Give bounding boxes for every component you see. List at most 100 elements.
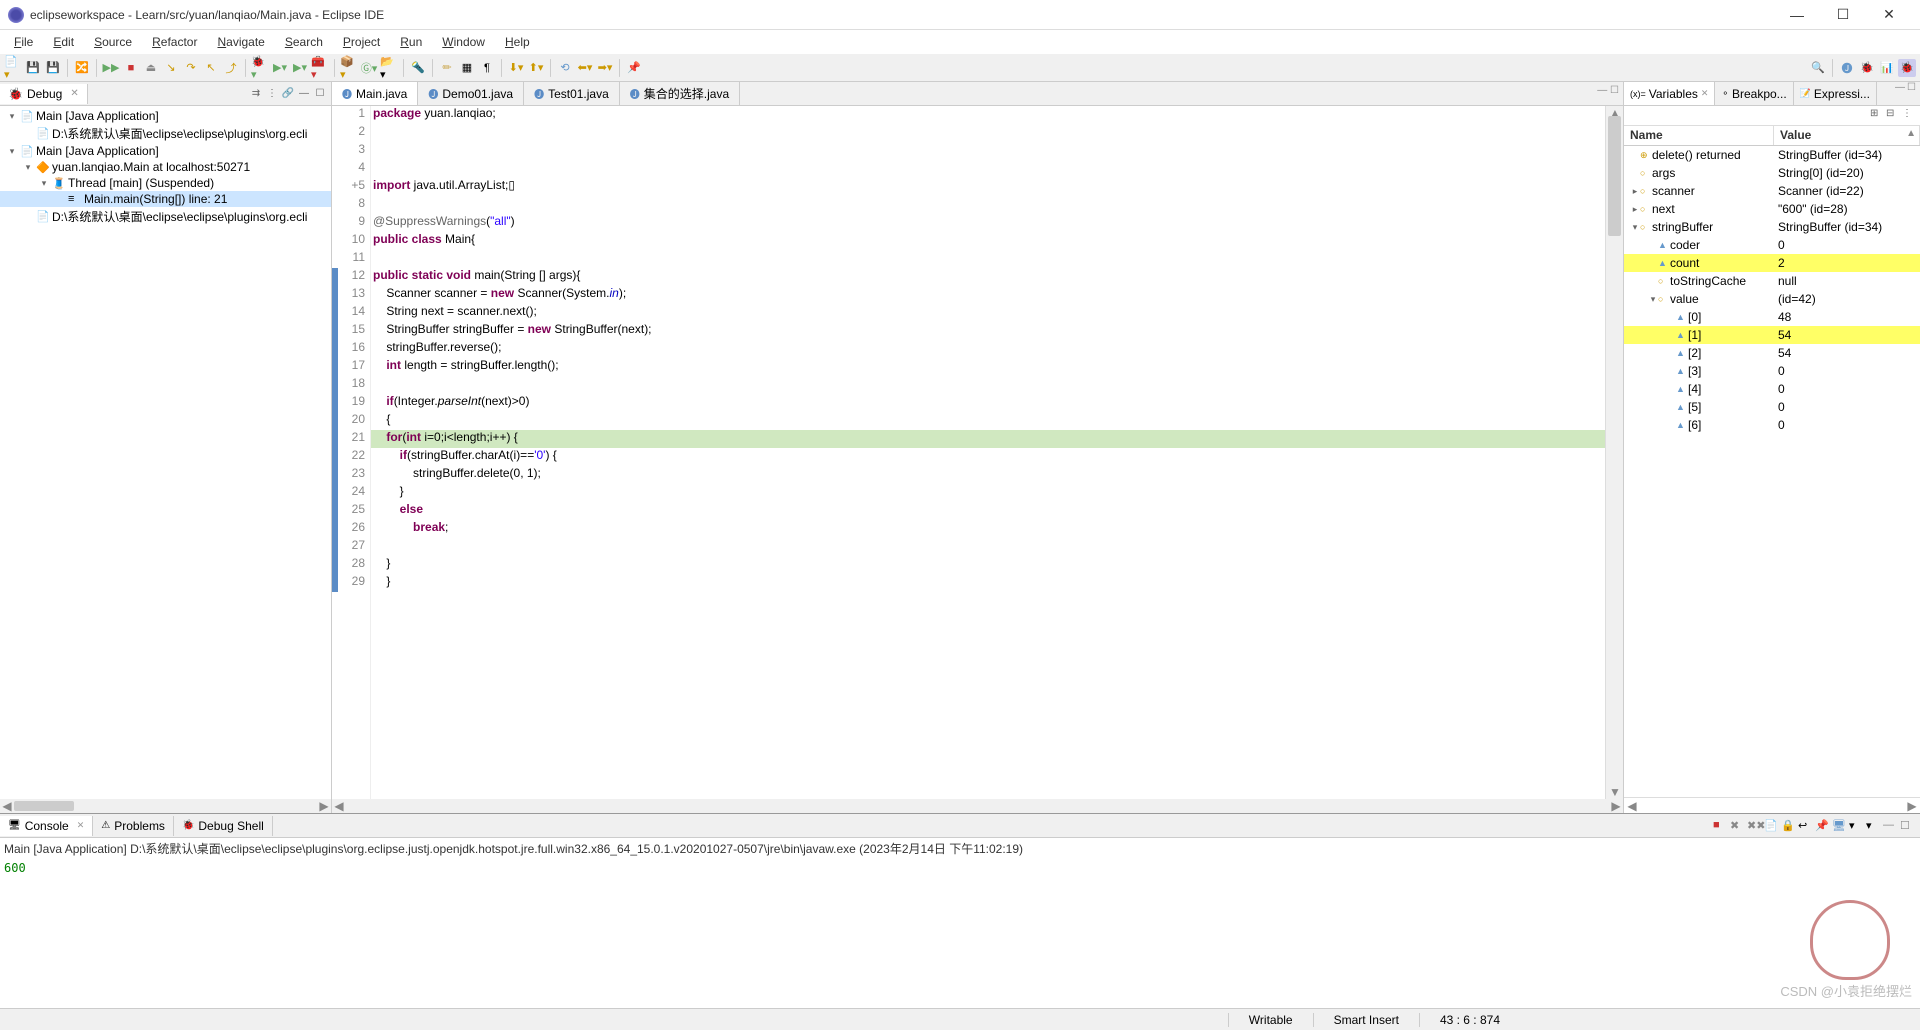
- disconnect-button[interactable]: ⏏: [142, 59, 160, 77]
- editor-hscroll[interactable]: ◀ ▶: [332, 799, 1623, 813]
- step-into-button[interactable]: ↘: [162, 59, 180, 77]
- perspective-java-button[interactable]: 🅙: [1838, 59, 1856, 77]
- quick-access-button[interactable]: 🔍: [1809, 59, 1827, 77]
- variable-row[interactable]: ▲[5]0: [1624, 398, 1920, 416]
- tree-row[interactable]: ▾🧵Thread [main] (Suspended): [0, 175, 331, 191]
- prev-ann-button[interactable]: ⬆▾: [527, 59, 545, 77]
- variable-row[interactable]: ○toStringCachenull: [1624, 272, 1920, 290]
- save-all-button[interactable]: 💾: [44, 59, 62, 77]
- variable-row[interactable]: ○argsString[0] (id=20): [1624, 164, 1920, 182]
- scroll-lock-icon[interactable]: 🔒: [1781, 819, 1795, 832]
- variable-row[interactable]: ▲[2]54: [1624, 344, 1920, 362]
- remove-icon[interactable]: ✖: [1730, 819, 1744, 832]
- variable-row[interactable]: ▸○next"600" (id=28): [1624, 200, 1920, 218]
- coverage-button[interactable]: ▶▾: [291, 59, 309, 77]
- new-class-button[interactable]: Ⓖ▾: [360, 59, 378, 77]
- variable-row[interactable]: ▾○value(id=42): [1624, 290, 1920, 308]
- debug-tab[interactable]: 🐞 Debug ✕: [0, 84, 88, 104]
- variable-row[interactable]: ▲[3]0: [1624, 362, 1920, 380]
- new-button[interactable]: 📄▾: [4, 59, 22, 77]
- save-button[interactable]: 💾: [24, 59, 42, 77]
- word-wrap-icon[interactable]: ↩: [1798, 819, 1812, 832]
- code-area[interactable]: package yuan.lanqiao;import java.util.Ar…: [371, 106, 1605, 799]
- editor-vscroll[interactable]: ▲ ▼: [1605, 106, 1623, 799]
- vars-tab[interactable]: 📝Expressi...: [1794, 82, 1877, 105]
- col-value[interactable]: Value: [1774, 126, 1920, 145]
- next-ann-button[interactable]: ⬇▾: [507, 59, 525, 77]
- minimize-icon[interactable]: —: [297, 88, 311, 99]
- forward-button[interactable]: ➡▾: [596, 59, 614, 77]
- perspective-git-button[interactable]: 📊: [1878, 59, 1896, 77]
- tree-row[interactable]: 📄D:\系统默认\桌面\eclipse\eclipse\plugins\org.…: [0, 207, 331, 226]
- close-button[interactable]: ✕: [1866, 0, 1912, 30]
- tree-row[interactable]: 📄D:\系统默认\桌面\eclipse\eclipse\plugins\org.…: [0, 124, 331, 143]
- scroll-up-icon[interactable]: ▲: [1906, 128, 1916, 139]
- collapse-icon[interactable]: ⇉: [249, 88, 263, 99]
- vars-tab[interactable]: ⚬Breakpo...: [1715, 82, 1793, 105]
- menu-search[interactable]: Search: [275, 33, 333, 51]
- maximize-icon[interactable]: ☐: [1900, 819, 1914, 832]
- col-name[interactable]: Name: [1624, 126, 1774, 145]
- perspective-debug-button[interactable]: 🐞: [1858, 59, 1876, 77]
- debug-tree[interactable]: ▾📄Main [Java Application]📄D:\系统默认\桌面\ecl…: [0, 106, 331, 799]
- variables-hscroll[interactable]: ◀▶: [1624, 797, 1920, 813]
- menu-refactor[interactable]: Refactor: [142, 33, 207, 51]
- terminate-icon[interactable]: ■: [1713, 819, 1727, 832]
- terminate-button[interactable]: ■: [122, 59, 140, 77]
- new-type-button[interactable]: 📂▾: [380, 59, 398, 77]
- maximize-icon[interactable]: ☐: [313, 88, 327, 99]
- toggle-mark-button[interactable]: ✏: [438, 59, 456, 77]
- menu-help[interactable]: Help: [495, 33, 540, 51]
- variable-row[interactable]: ▸○scannerScanner (id=22): [1624, 182, 1920, 200]
- back-button[interactable]: ⬅▾: [576, 59, 594, 77]
- maximize-button[interactable]: ☐: [1820, 0, 1866, 30]
- display-icon[interactable]: 🖥: [1832, 819, 1846, 832]
- console-output[interactable]: 600: [0, 859, 1920, 1008]
- ext-tools-button[interactable]: 🧰▾: [311, 59, 329, 77]
- menu-run[interactable]: Run: [390, 33, 432, 51]
- drop-frame-button[interactable]: ⤴: [222, 59, 240, 77]
- step-over-button[interactable]: ↷: [182, 59, 200, 77]
- debug-hscroll[interactable]: ◀ ▶: [0, 799, 331, 813]
- console-tab[interactable]: 🖥Console✕: [0, 816, 93, 836]
- editor-tab[interactable]: 🅙集合的选择.java: [620, 82, 740, 105]
- tree-row[interactable]: ≡Main.main(String[]) line: 21: [0, 191, 331, 207]
- variable-row[interactable]: ▲[0]48: [1624, 308, 1920, 326]
- variable-row[interactable]: ▲[1]54: [1624, 326, 1920, 344]
- tree-row[interactable]: ▾📄Main [Java Application]: [0, 108, 331, 124]
- console-tab[interactable]: 🐞Debug Shell: [174, 816, 273, 836]
- editor-tab[interactable]: 🅙Test01.java: [524, 82, 620, 105]
- pin-console-icon[interactable]: 📌: [1815, 819, 1829, 832]
- menu-navigate[interactable]: Navigate: [207, 33, 274, 51]
- new-package-button[interactable]: 📦▾: [340, 59, 358, 77]
- open-console-icon[interactable]: ▾: [1849, 819, 1863, 832]
- variables-body[interactable]: ⊕delete() returnedStringBuffer (id=34)○a…: [1624, 146, 1920, 797]
- editor-tab[interactable]: 🅙Demo01.java: [418, 82, 524, 105]
- menu-edit[interactable]: Edit: [43, 33, 84, 51]
- remove-all-icon[interactable]: ✖✖: [1747, 819, 1761, 832]
- minimize-icon[interactable]: —: [1883, 819, 1897, 832]
- editor-tab[interactable]: 🅙Main.java: [332, 82, 418, 105]
- menu-project[interactable]: Project: [333, 33, 390, 51]
- pin-editor-button[interactable]: 📌: [625, 59, 643, 77]
- tree-row[interactable]: ▾🔶yuan.lanqiao.Main at localhost:50271: [0, 159, 331, 175]
- maximize-icon[interactable]: ☐: [1907, 82, 1916, 105]
- console-tab[interactable]: ⚠Problems: [93, 816, 174, 836]
- menu-source[interactable]: Source: [84, 33, 142, 51]
- link-icon[interactable]: 🔗: [281, 88, 295, 99]
- menu-file[interactable]: File: [4, 33, 43, 51]
- minimize-button[interactable]: —: [1774, 0, 1820, 30]
- skip-button[interactable]: ▶▶: [102, 59, 120, 77]
- toggle-button[interactable]: 🔀: [73, 59, 91, 77]
- search-button[interactable]: 🔦: [409, 59, 427, 77]
- toggle-block-button[interactable]: ▦: [458, 59, 476, 77]
- debug-button[interactable]: 🐞▾: [251, 59, 269, 77]
- perspective-more-button[interactable]: 🐞: [1898, 59, 1916, 77]
- step-return-button[interactable]: ↖: [202, 59, 220, 77]
- new-console-icon[interactable]: ▾: [1866, 819, 1880, 832]
- last-edit-button[interactable]: ⟲: [556, 59, 574, 77]
- vars-tab[interactable]: (x)=Variables✕: [1624, 82, 1715, 105]
- variable-row[interactable]: ▲count2: [1624, 254, 1920, 272]
- variable-row[interactable]: ⊕delete() returnedStringBuffer (id=34): [1624, 146, 1920, 164]
- view-menu-icon[interactable]: ⋮: [1902, 108, 1916, 123]
